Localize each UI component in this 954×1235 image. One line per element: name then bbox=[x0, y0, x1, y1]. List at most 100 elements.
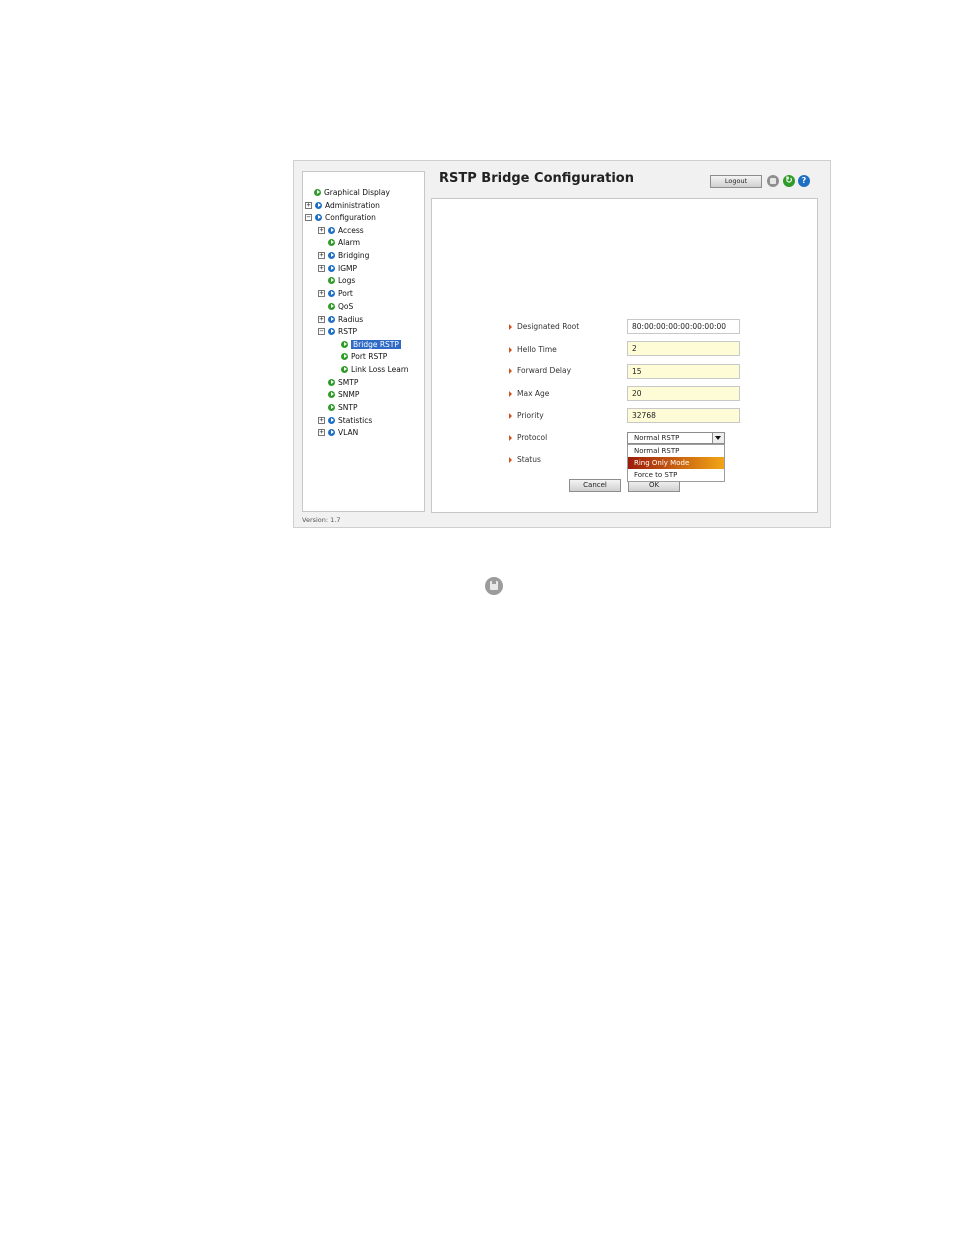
designated-root-label-text: Designated Root bbox=[517, 322, 580, 331]
expand-icon[interactable]: + bbox=[305, 201, 312, 209]
forward-delay-label-text: Forward Delay bbox=[517, 366, 572, 375]
tree-item-label: SNTP bbox=[338, 402, 358, 412]
tree-item-label: Statistics bbox=[338, 415, 373, 425]
main-panel: Designated Root 80:00:00:00:00:00:00:00 … bbox=[431, 198, 818, 513]
forward-delay-input[interactable]: 15 bbox=[627, 364, 740, 379]
bullet-arrow-icon bbox=[509, 323, 512, 330]
tree-item-vlan[interactable]: + VLAN bbox=[318, 426, 358, 438]
status-label-text: Status bbox=[517, 455, 541, 464]
protocol-label-text: Protocol bbox=[517, 433, 548, 442]
tree-item-label: Bridging bbox=[338, 250, 370, 260]
expand-icon[interactable]: + bbox=[318, 315, 325, 323]
expand-icon[interactable]: + bbox=[318, 416, 325, 424]
tree-item-label: IGMP bbox=[338, 263, 358, 273]
tree-node-icon bbox=[341, 352, 348, 360]
tree-item-label: Radius bbox=[338, 314, 364, 324]
version-label: Version: 1.7 bbox=[302, 516, 341, 524]
tree-item-label: Link Loss Learn bbox=[351, 364, 409, 374]
tree-node-icon bbox=[328, 416, 335, 424]
tree-node-icon bbox=[328, 238, 335, 246]
protocol-option-force-to-stp[interactable]: Force to STP bbox=[628, 469, 724, 481]
tree-node-icon bbox=[315, 201, 322, 209]
tree-item-bridge-rstp[interactable]: Bridge RSTP bbox=[341, 338, 401, 350]
tree-item-port[interactable]: + Port bbox=[318, 287, 353, 299]
protocol-dropdown-list: Normal RSTP Ring Only Mode Force to STP bbox=[627, 444, 725, 482]
tree-item-graphical-display[interactable]: Graphical Display bbox=[314, 186, 390, 198]
tree-item-label: QoS bbox=[338, 301, 354, 311]
tree-item-rstp[interactable]: − RSTP bbox=[318, 325, 357, 337]
tree-item-link-loss-learn[interactable]: Link Loss Learn bbox=[341, 363, 409, 375]
protocol-option-normal-rstp[interactable]: Normal RSTP bbox=[628, 445, 724, 457]
tree-node-icon bbox=[328, 251, 335, 259]
tree-item-label: Administration bbox=[325, 200, 380, 210]
tree-node-icon bbox=[328, 315, 335, 323]
tree-node-icon bbox=[328, 327, 335, 335]
tree-node-icon bbox=[328, 390, 335, 398]
tree-item-sntp[interactable]: SNTP bbox=[328, 401, 357, 413]
tree-item-alarm[interactable]: Alarm bbox=[328, 236, 360, 248]
expand-icon[interactable]: + bbox=[318, 428, 325, 436]
refresh-icon[interactable]: ↻ bbox=[783, 175, 795, 187]
collapse-icon[interactable]: − bbox=[305, 213, 312, 221]
tree-item-configuration[interactable]: − Configuration bbox=[305, 211, 376, 223]
tree-node-icon bbox=[328, 302, 335, 310]
tree-node-icon bbox=[328, 276, 335, 284]
tree-item-statistics[interactable]: + Statistics bbox=[318, 414, 372, 426]
max-age-input[interactable]: 20 bbox=[627, 386, 740, 401]
tree-item-logs[interactable]: Logs bbox=[328, 274, 355, 286]
expand-icon[interactable]: + bbox=[318, 264, 325, 272]
tree-node-icon bbox=[328, 226, 335, 234]
tree-item-radius[interactable]: + Radius bbox=[318, 313, 363, 325]
bullet-arrow-icon bbox=[509, 412, 512, 419]
tree-item-label: Bridge RSTP bbox=[351, 339, 401, 349]
hello-time-input[interactable]: 2 bbox=[627, 341, 740, 356]
tree-item-administration[interactable]: + Administration bbox=[305, 199, 380, 211]
tree-item-bridging[interactable]: + Bridging bbox=[318, 249, 369, 261]
bullet-arrow-icon bbox=[509, 456, 512, 463]
expand-icon[interactable]: + bbox=[318, 226, 325, 234]
designated-root-field: 80:00:00:00:00:00:00:00 bbox=[627, 319, 740, 334]
tree-item-label: Port RSTP bbox=[351, 351, 388, 361]
help-icon[interactable]: ? bbox=[798, 175, 810, 187]
tree-item-label: SMTP bbox=[338, 377, 359, 387]
priority-input[interactable]: 32768 bbox=[627, 408, 740, 423]
priority-label: Priority bbox=[509, 411, 544, 420]
tree-node-icon bbox=[341, 340, 348, 348]
designated-root-label: Designated Root bbox=[509, 322, 579, 331]
tree-node-icon bbox=[315, 213, 322, 221]
protocol-label: Protocol bbox=[509, 433, 547, 442]
expand-icon[interactable]: + bbox=[318, 289, 325, 297]
protocol-select[interactable]: Normal RSTP bbox=[627, 432, 725, 444]
bullet-arrow-icon bbox=[509, 346, 512, 353]
tree-item-label: SNMP bbox=[338, 389, 360, 399]
chevron-down-icon[interactable] bbox=[712, 433, 724, 443]
tree-item-port-rstp[interactable]: Port RSTP bbox=[341, 350, 387, 362]
bullet-arrow-icon bbox=[509, 367, 512, 374]
tree-item-qos[interactable]: QoS bbox=[328, 300, 353, 312]
tree-item-access[interactable]: + Access bbox=[318, 224, 364, 236]
logout-button[interactable]: Logout bbox=[710, 175, 762, 188]
tree-node-icon bbox=[328, 264, 335, 272]
save-icon[interactable] bbox=[767, 175, 779, 187]
max-age-label-text: Max Age bbox=[517, 389, 550, 398]
expand-icon[interactable]: + bbox=[318, 251, 325, 259]
cancel-button[interactable]: Cancel bbox=[569, 479, 621, 492]
tree-item-igmp[interactable]: + IGMP bbox=[318, 262, 357, 274]
tree-item-label: RSTP bbox=[338, 326, 358, 336]
bullet-arrow-icon bbox=[509, 434, 512, 441]
tree-node-icon bbox=[314, 188, 321, 196]
tree-item-label: Alarm bbox=[338, 237, 361, 247]
tree-item-snmp[interactable]: SNMP bbox=[328, 388, 359, 400]
navigation-tree: Graphical Display + Administration − Con… bbox=[302, 171, 425, 512]
hello-time-label: Hello Time bbox=[509, 345, 557, 354]
tree-item-smtp[interactable]: SMTP bbox=[328, 376, 358, 388]
protocol-option-ring-only-mode[interactable]: Ring Only Mode bbox=[628, 457, 724, 469]
collapse-icon[interactable]: − bbox=[318, 327, 325, 335]
bullet-arrow-icon bbox=[509, 390, 512, 397]
page-title: RSTP Bridge Configuration bbox=[439, 171, 634, 186]
tree-item-label: Access bbox=[338, 225, 364, 235]
tree-item-label: Configuration bbox=[325, 212, 376, 222]
tree-item-label: VLAN bbox=[338, 427, 359, 437]
priority-label-text: Priority bbox=[517, 411, 544, 420]
tree-item-label: Logs bbox=[338, 275, 356, 285]
